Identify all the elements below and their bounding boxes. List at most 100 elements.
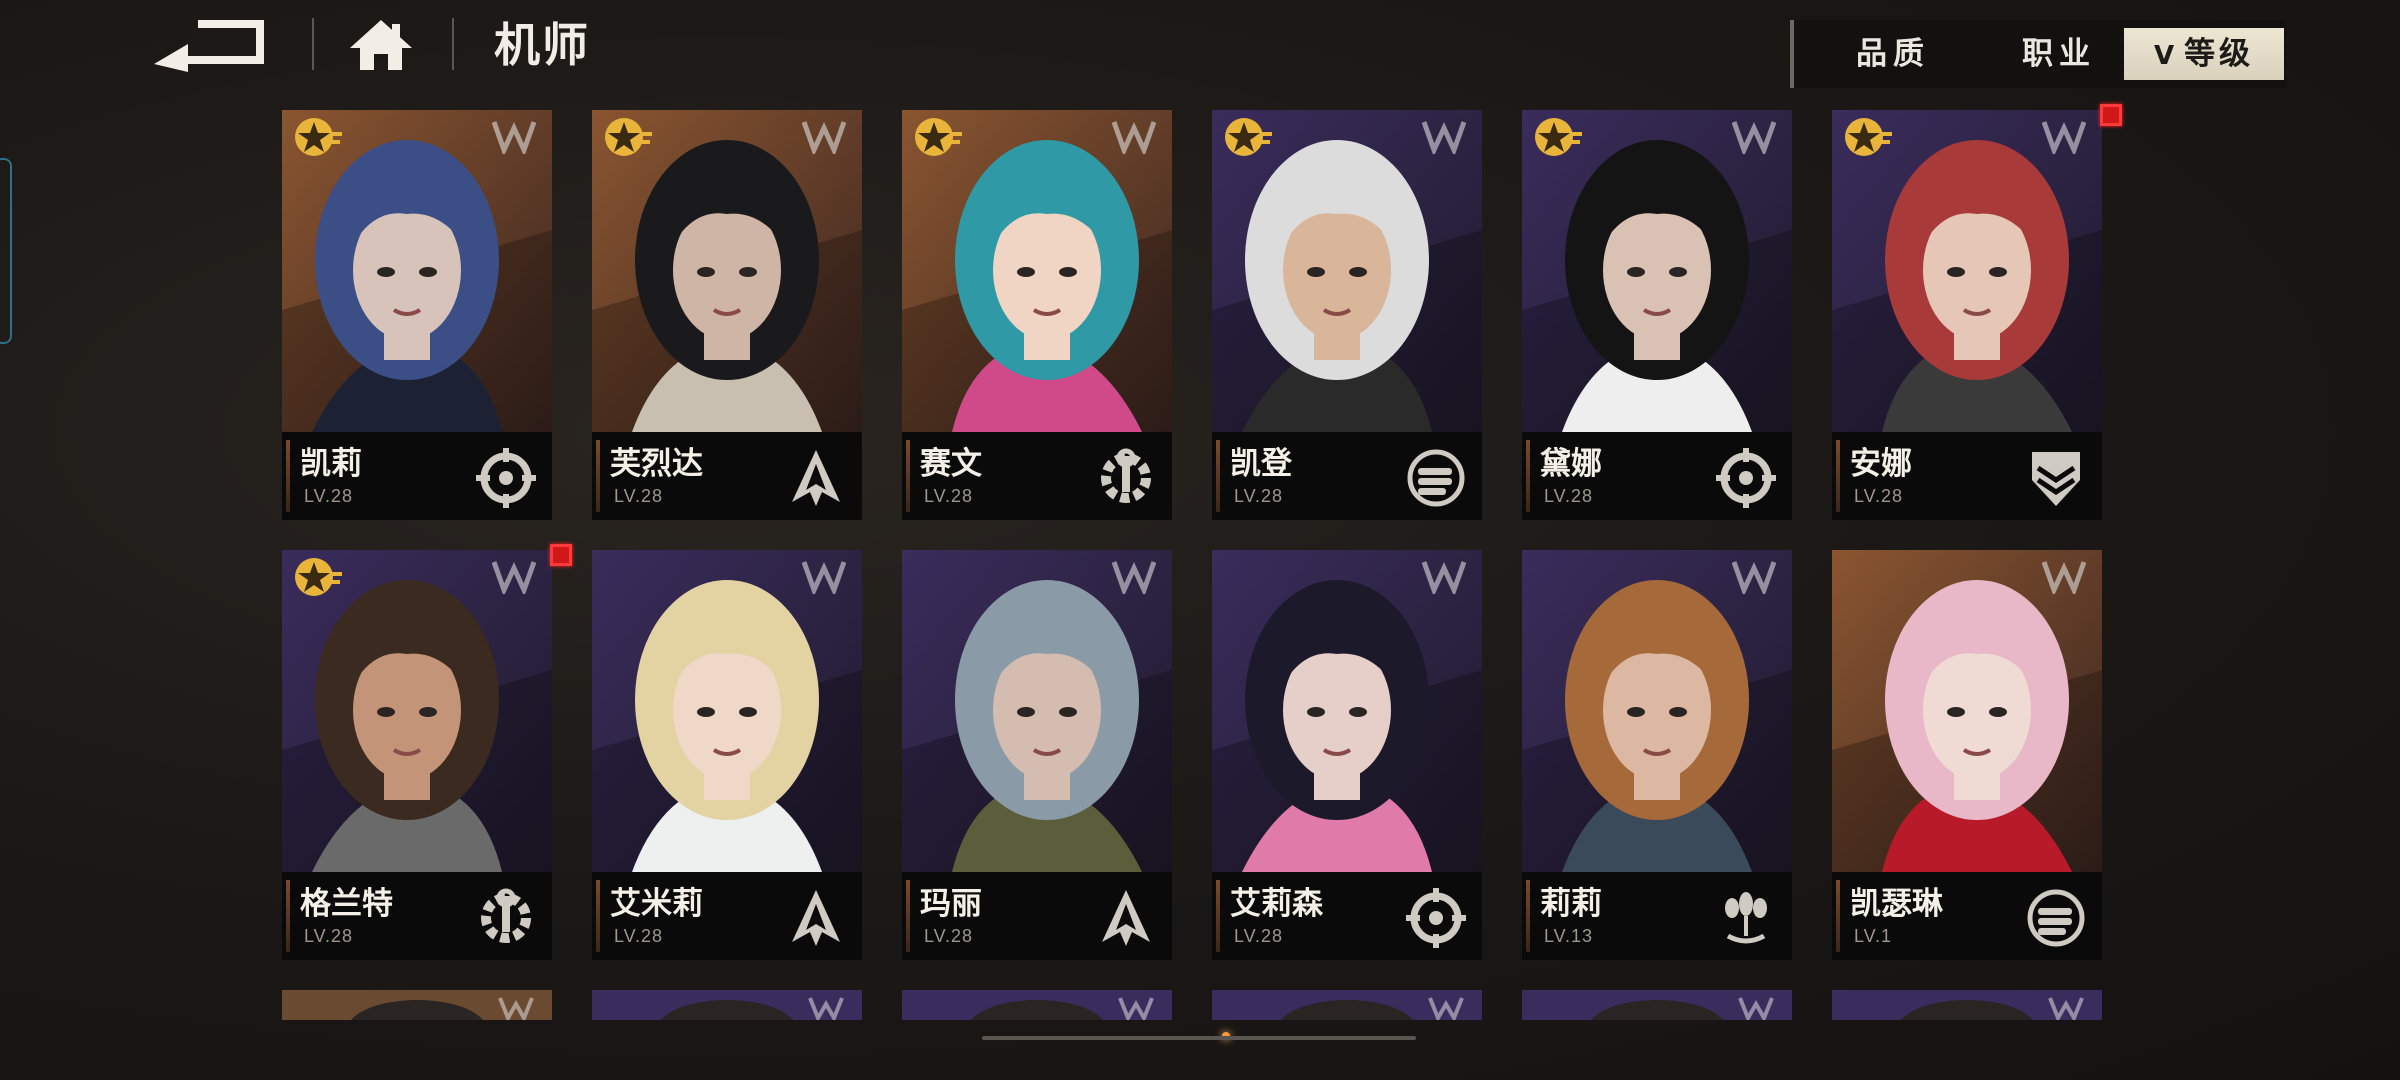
pilot-card[interactable]: 莉莉 LV.13	[1522, 550, 1792, 960]
portrait-frame	[902, 550, 1172, 872]
faction-logo-icon	[802, 121, 846, 154]
faction-logo-icon	[492, 121, 536, 154]
pilot-card[interactable]: 芙烈达 LV.28	[592, 110, 862, 520]
pilot-portrait	[902, 550, 1172, 872]
home-button[interactable]	[346, 14, 416, 76]
pilot-portrait	[902, 990, 1172, 1020]
pilot-card[interactable]: 凯莉 LV.28	[282, 110, 552, 520]
pilot-level: LV.28	[1234, 486, 1284, 506]
nameplate: 赛文 LV.28	[902, 432, 1172, 520]
pilot-level: LV.28	[304, 486, 354, 506]
pilot-card[interactable]: 凯登 LV.28	[1212, 110, 1482, 520]
pilot-level: LV.28	[1234, 926, 1284, 946]
portrait-frame	[282, 550, 552, 872]
pilot-portrait	[282, 550, 552, 872]
sort-level-button[interactable]: V 等级	[2124, 28, 2284, 80]
nameplate: 玛丽 LV.28	[902, 872, 1172, 960]
pilot-portrait	[1212, 990, 1482, 1020]
faction-logo-icon	[1112, 561, 1156, 594]
crosshair-icon	[1406, 888, 1466, 948]
nameplate: 凯登 LV.28	[1212, 432, 1482, 520]
pilot-portrait	[1522, 110, 1792, 432]
portrait-frame	[902, 110, 1172, 432]
faction-logo-icon	[1112, 121, 1156, 154]
pilot-portrait	[1832, 990, 2102, 1020]
faction-logo-icon	[1422, 561, 1466, 594]
star-rank-icon	[915, 118, 962, 156]
portrait-frame	[592, 110, 862, 432]
fist-icon	[2027, 889, 2085, 947]
pilot-name: 格兰特	[300, 886, 393, 922]
pilot-portrait	[1212, 550, 1482, 872]
wrench-gear-icon	[1101, 448, 1151, 503]
pilot-name: 凯登	[1230, 446, 1292, 482]
pilot-name: 安娜	[1850, 446, 1912, 482]
pilot-name: 黛娜	[1540, 446, 1602, 482]
pilot-card-partial[interactable]	[592, 990, 862, 1020]
pilot-card-partial[interactable]	[902, 990, 1172, 1020]
pilot-card[interactable]: 黛娜 LV.28	[1522, 110, 1792, 520]
star-rank-icon	[295, 118, 342, 156]
nameplate: 安娜 LV.28	[1832, 432, 2102, 520]
horizontal-scrollbar[interactable]	[982, 1036, 1416, 1040]
pilot-level: LV.28	[614, 486, 664, 506]
pilot-name: 凯莉	[300, 446, 362, 482]
pilot-level: LV.28	[304, 926, 354, 946]
pilot-portrait	[592, 110, 862, 432]
chevron-down-icon: V	[2153, 41, 2179, 71]
nameplate: 艾莉森 LV.28	[1212, 872, 1482, 960]
nameplate: 格兰特 LV.28	[282, 872, 552, 960]
pilot-card[interactable]: 玛丽 LV.28	[902, 550, 1172, 960]
portrait-frame	[1522, 550, 1792, 872]
pilot-level: LV.28	[614, 926, 664, 946]
pilot-card[interactable]: 赛文 LV.28	[902, 110, 1172, 520]
new-indicator-dot	[2100, 104, 2122, 126]
home-icon	[350, 20, 412, 70]
pilot-card[interactable]: 凯瑟琳 LV.1	[1832, 550, 2102, 960]
pilot-portrait	[902, 110, 1172, 432]
nameplate: 芙烈达 LV.28	[592, 432, 862, 520]
sort-job-button[interactable]: 职业	[1994, 20, 2124, 88]
star-rank-icon	[1535, 118, 1582, 156]
portrait-frame	[1212, 110, 1482, 432]
pilot-level: LV.28	[924, 486, 974, 506]
page-title: 机师	[494, 18, 590, 72]
arrows-icon	[1102, 890, 1150, 946]
sort-quality-button[interactable]: 品质	[1828, 20, 1958, 88]
nameplate: 莉莉 LV.13	[1522, 872, 1792, 960]
pilot-card[interactable]: 艾莉森 LV.28	[1212, 550, 1482, 960]
faction-logo-icon	[802, 561, 846, 594]
fist-icon	[1407, 449, 1465, 507]
pilot-level: LV.1	[1854, 926, 1893, 946]
nameplate: 黛娜 LV.28	[1522, 432, 1792, 520]
header-divider	[312, 18, 314, 70]
sort-bar: 品质 职业 V 等级	[1790, 20, 2286, 88]
pilot-portrait	[592, 550, 862, 872]
portrait-frame	[282, 110, 552, 432]
pilot-portrait	[1212, 110, 1482, 432]
faction-logo-icon	[2042, 121, 2086, 154]
faction-logo-icon	[492, 561, 536, 594]
pilot-card[interactable]: 格兰特 LV.28	[282, 550, 552, 960]
pilot-portrait	[1522, 550, 1792, 872]
pilot-card[interactable]: 艾米莉 LV.28	[592, 550, 862, 960]
pilot-name: 凯瑟琳	[1850, 886, 1943, 922]
pilot-level: LV.28	[1854, 486, 1904, 506]
back-button[interactable]	[148, 14, 274, 76]
side-panel-handle[interactable]	[0, 158, 12, 344]
portrait-frame	[592, 550, 862, 872]
pilot-card-partial[interactable]	[1832, 990, 2102, 1020]
pilot-card-partial[interactable]	[1522, 990, 1792, 1020]
star-rank-icon	[1845, 118, 1892, 156]
pilot-card[interactable]: 安娜 LV.28	[1832, 110, 2102, 520]
wrench-gear-icon	[481, 888, 531, 943]
pilot-portrait	[1832, 550, 2102, 872]
pilot-roster-screen: 机师 品质 职业 V 等级 凯莉 LV.28 芙烈达 LV.28 赛文 LV.2…	[0, 0, 2400, 1080]
pilot-level: LV.28	[924, 926, 974, 946]
crosshair-icon	[1716, 448, 1776, 508]
pilot-card-partial[interactable]	[1212, 990, 1482, 1020]
pilot-portrait	[282, 110, 552, 432]
sort-level-label: 等级	[2184, 36, 2255, 72]
shield-chevron-icon	[2032, 452, 2080, 506]
pilot-card-partial[interactable]	[282, 990, 552, 1020]
